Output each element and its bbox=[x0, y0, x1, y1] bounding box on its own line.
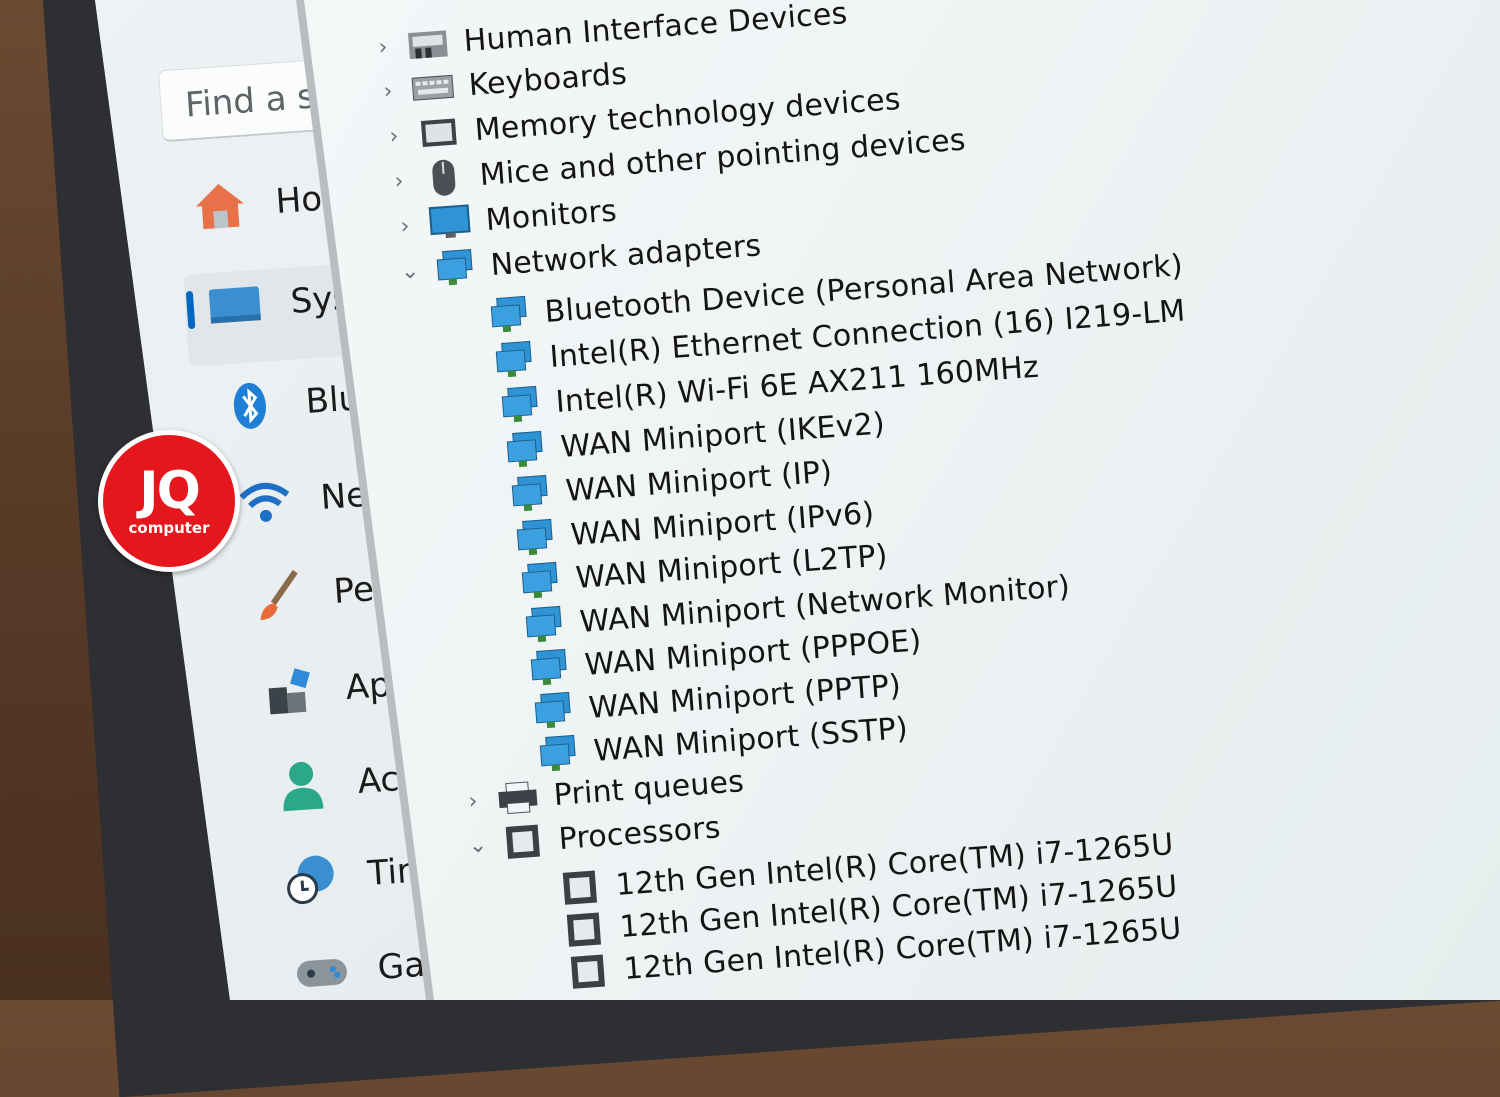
monitor-icon bbox=[426, 201, 473, 244]
chevron-down-icon[interactable]: ⌄ bbox=[464, 832, 492, 859]
nav-item-apps[interactable]: Ap bbox=[258, 655, 393, 724]
keyboard-icon bbox=[409, 66, 456, 109]
chevron-right-icon[interactable]: › bbox=[369, 34, 397, 61]
nav-item-network[interactable]: Ne bbox=[233, 465, 369, 534]
apps-icon bbox=[258, 660, 322, 724]
chevron-right-icon[interactable]: › bbox=[391, 213, 419, 240]
processor-icon bbox=[565, 950, 612, 993]
nav-item-gaming[interactable]: Ga bbox=[290, 935, 427, 1000]
network-adapter-icon bbox=[530, 689, 577, 732]
processor-icon bbox=[561, 908, 608, 951]
network-adapter-icon bbox=[507, 472, 554, 515]
processor-icon bbox=[499, 820, 546, 863]
network-adapter-icon bbox=[512, 516, 559, 559]
system-icon bbox=[203, 274, 267, 338]
network-wifi-icon bbox=[233, 470, 297, 534]
chevron-down-icon[interactable]: ⌄ bbox=[396, 258, 424, 285]
time-language-icon bbox=[280, 846, 344, 910]
nav-item-home[interactable]: Ho bbox=[188, 169, 324, 238]
home-icon bbox=[188, 174, 252, 238]
memory-icon bbox=[415, 111, 462, 154]
gaming-icon bbox=[290, 940, 354, 1000]
network-adapter-icon bbox=[486, 293, 533, 336]
network-adapter-icon bbox=[521, 603, 568, 646]
nav-item-bluetooth[interactable]: Blu bbox=[218, 368, 362, 438]
network-adapter-icon bbox=[517, 559, 564, 602]
mouse-icon bbox=[420, 156, 467, 199]
network-adapter-icon bbox=[535, 732, 582, 775]
nav-item-personalization[interactable]: Per bbox=[246, 558, 390, 628]
jq-computer-logo: JQ computer bbox=[98, 430, 240, 572]
chevron-right-icon[interactable]: › bbox=[459, 788, 487, 815]
network-adapter-icon bbox=[497, 383, 544, 426]
logo-text: JQ bbox=[139, 461, 201, 521]
printer-icon bbox=[494, 776, 541, 819]
chevron-right-icon[interactable]: › bbox=[380, 123, 408, 150]
hid-icon bbox=[404, 22, 451, 65]
chevron-right-icon[interactable]: › bbox=[374, 78, 402, 105]
chevron-right-icon[interactable]: › bbox=[385, 168, 413, 195]
processor-icon bbox=[557, 866, 604, 909]
accounts-icon bbox=[270, 754, 334, 818]
logo-subtext: computer bbox=[128, 519, 210, 537]
nav-item-system[interactable]: Sys bbox=[203, 268, 352, 338]
network-adapter-icon bbox=[431, 246, 478, 289]
network-adapter-icon bbox=[526, 646, 573, 689]
network-adapter-icon bbox=[491, 338, 538, 381]
network-adapter-icon bbox=[502, 428, 549, 471]
personalization-brush-icon bbox=[246, 564, 310, 628]
bluetooth-icon bbox=[218, 374, 282, 438]
